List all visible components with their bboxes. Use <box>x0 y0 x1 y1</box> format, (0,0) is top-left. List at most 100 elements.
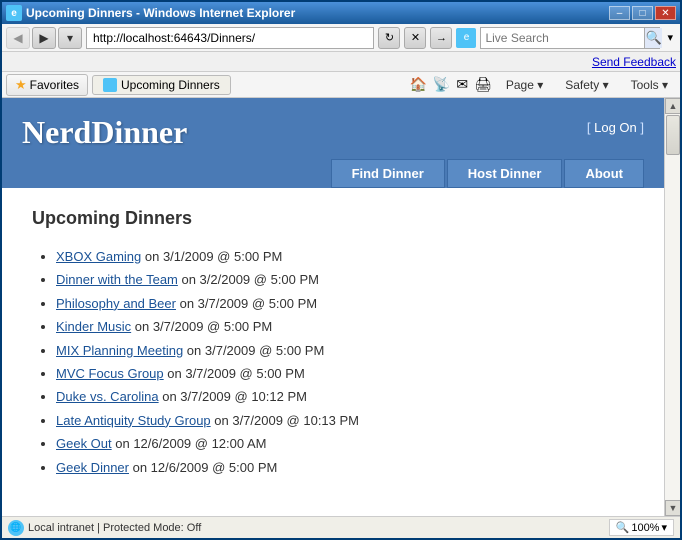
dinner-link[interactable]: Duke vs. Carolina <box>56 389 159 404</box>
page-label: Page ▾ <box>506 78 543 92</box>
search-button[interactable]: 🔍 <box>644 28 661 48</box>
dinner-link[interactable]: XBOX Gaming <box>56 249 141 264</box>
maximize-button[interactable]: □ <box>632 6 653 20</box>
safety-label: Safety ▾ <box>565 78 608 92</box>
dinner-link[interactable]: Philosophy and Beer <box>56 296 176 311</box>
dinner-date: on 3/7/2009 @ 5:00 PM <box>183 343 324 358</box>
dinner-date: on 3/7/2009 @ 5:00 PM <box>131 319 272 334</box>
zoom-button[interactable]: 🔍 100% ▾ <box>609 519 674 536</box>
close-button[interactable]: ✕ <box>655 6 676 20</box>
nav-tabs: Find Dinner Host Dinner About <box>2 151 664 188</box>
scroll-down-button[interactable]: ▼ <box>665 500 680 516</box>
list-item: Geek Dinner on 12/6/2009 @ 5:00 PM <box>56 456 634 479</box>
search-engine-icon: e <box>456 28 476 48</box>
list-item: Late Antiquity Study Group on 3/7/2009 @… <box>56 409 634 432</box>
page-content: NerdDinner [ Log On ] Find Dinner Host D… <box>2 98 664 516</box>
dinner-link[interactable]: Dinner with the Team <box>56 272 178 287</box>
section-title: Upcoming Dinners <box>32 208 634 229</box>
dinner-link[interactable]: Geek Dinner <box>56 460 129 475</box>
list-item: Geek Out on 12/6/2009 @ 12:00 AM <box>56 432 634 455</box>
tab-label: Upcoming Dinners <box>121 78 220 92</box>
scroll-up-button[interactable]: ▲ <box>665 98 680 114</box>
log-on-link[interactable]: Log On <box>594 120 637 135</box>
status-globe-icon: 🌐 <box>8 520 24 536</box>
tab-button[interactable]: Upcoming Dinners <box>92 75 231 95</box>
favorites-button[interactable]: ★ Favorites <box>6 74 88 96</box>
list-item: MVC Focus Group on 3/7/2009 @ 5:00 PM <box>56 362 634 385</box>
title-bar: e Upcoming Dinners - Windows Internet Ex… <box>2 2 680 24</box>
search-dropdown[interactable]: ▾ <box>664 31 676 44</box>
status-right: 🔍 100% ▾ <box>609 519 674 536</box>
dinner-link[interactable]: Geek Out <box>56 436 112 451</box>
send-feedback-link[interactable]: Send Feedback <box>592 55 676 69</box>
dinner-date: on 3/7/2009 @ 10:12 PM <box>159 389 307 404</box>
site-title: NerdDinner <box>22 114 187 151</box>
find-dinner-tab[interactable]: Find Dinner <box>331 159 445 188</box>
search-input[interactable] <box>481 31 644 45</box>
window-controls: – □ ✕ <box>609 6 676 20</box>
nav-buttons: ◀ ▶ ▾ <box>6 27 82 49</box>
toolbar-icons: 🏠 📡 ✉ 🖨 Page ▾ Safety ▾ Tools ▾ <box>409 76 676 94</box>
back-button[interactable]: ◀ <box>6 27 30 49</box>
nerd-header: NerdDinner [ Log On ] <box>2 98 664 151</box>
scrollbar: ▲ ▼ <box>664 98 680 516</box>
dinner-link[interactable]: MIX Planning Meeting <box>56 343 183 358</box>
page-button[interactable]: Page ▾ <box>498 76 551 94</box>
tools-label: Tools ▾ <box>631 78 668 92</box>
dinner-date: on 3/7/2009 @ 5:00 PM <box>176 296 317 311</box>
dinner-link[interactable]: Kinder Music <box>56 319 131 334</box>
search-bar: 🔍 <box>480 27 660 49</box>
title-bar-left: e Upcoming Dinners - Windows Internet Ex… <box>6 5 295 21</box>
favorites-bar: ★ Favorites Upcoming Dinners 🏠 📡 ✉ 🖨 Pag… <box>2 72 680 98</box>
bracket-close: ] <box>637 120 644 135</box>
list-item: MIX Planning Meeting on 3/7/2009 @ 5:00 … <box>56 339 634 362</box>
dinner-date: on 12/6/2009 @ 12:00 AM <box>112 436 267 451</box>
forward-button[interactable]: ▶ <box>32 27 56 49</box>
star-icon: ★ <box>15 77 27 93</box>
content-area: NerdDinner [ Log On ] Find Dinner Host D… <box>2 98 680 516</box>
dinner-list: XBOX Gaming on 3/1/2009 @ 5:00 PMDinner … <box>32 245 634 479</box>
zoom-dropdown-icon: ▾ <box>661 521 667 534</box>
main-section: Upcoming Dinners XBOX Gaming on 3/1/2009… <box>2 188 664 499</box>
list-item: Philosophy and Beer on 3/7/2009 @ 5:00 P… <box>56 292 634 315</box>
favorites-label: Favorites <box>30 78 79 92</box>
dropdown-button[interactable]: ▾ <box>58 27 82 49</box>
dinner-date: on 3/7/2009 @ 10:13 PM <box>211 413 359 428</box>
list-item: Duke vs. Carolina on 3/7/2009 @ 10:12 PM <box>56 385 634 408</box>
print-icon[interactable]: 🖨 <box>474 76 492 94</box>
zoom-level: 100% <box>631 522 659 534</box>
ie-icon: e <box>6 5 22 21</box>
go-button[interactable]: → <box>430 27 452 49</box>
zoom-icon: 🔍 <box>616 521 630 534</box>
dinner-date: on 12/6/2009 @ 5:00 PM <box>129 460 277 475</box>
status-text: Local intranet | Protected Mode: Off <box>28 522 201 534</box>
browser-window: e Upcoming Dinners - Windows Internet Ex… <box>0 0 682 540</box>
list-item: XBOX Gaming on 3/1/2009 @ 5:00 PM <box>56 245 634 268</box>
safety-button[interactable]: Safety ▾ <box>557 76 616 94</box>
scroll-thumb[interactable] <box>666 115 680 155</box>
mail-icon[interactable]: ✉ <box>456 76 468 94</box>
feeds-icon[interactable]: 📡 <box>433 76 450 94</box>
list-item: Dinner with the Team on 3/2/2009 @ 5:00 … <box>56 268 634 291</box>
about-tab[interactable]: About <box>564 159 644 188</box>
list-item: Kinder Music on 3/7/2009 @ 5:00 PM <box>56 315 634 338</box>
tools-button[interactable]: Tools ▾ <box>623 76 676 94</box>
home-icon[interactable]: 🏠 <box>409 76 426 94</box>
dinner-date: on 3/2/2009 @ 5:00 PM <box>178 272 319 287</box>
host-dinner-tab[interactable]: Host Dinner <box>447 159 563 188</box>
dinner-date: on 3/1/2009 @ 5:00 PM <box>141 249 282 264</box>
stop-button[interactable]: ✕ <box>404 27 426 49</box>
refresh-button[interactable]: ↻ <box>378 27 400 49</box>
address-input[interactable] <box>86 27 374 49</box>
dinner-link[interactable]: Late Antiquity Study Group <box>56 413 211 428</box>
dinner-link[interactable]: MVC Focus Group <box>56 366 164 381</box>
tab-icon <box>103 78 117 92</box>
address-bar: ◀ ▶ ▾ ↻ ✕ → e 🔍 ▾ <box>2 24 680 52</box>
dinner-date: on 3/7/2009 @ 5:00 PM <box>164 366 305 381</box>
scroll-track <box>665 114 680 500</box>
window-title: Upcoming Dinners - Windows Internet Expl… <box>26 6 295 20</box>
menu-bar: Send Feedback <box>2 52 680 72</box>
minimize-button[interactable]: – <box>609 6 630 20</box>
status-bar: 🌐 Local intranet | Protected Mode: Off 🔍… <box>2 516 680 538</box>
log-on-area: [ Log On ] <box>587 114 644 135</box>
